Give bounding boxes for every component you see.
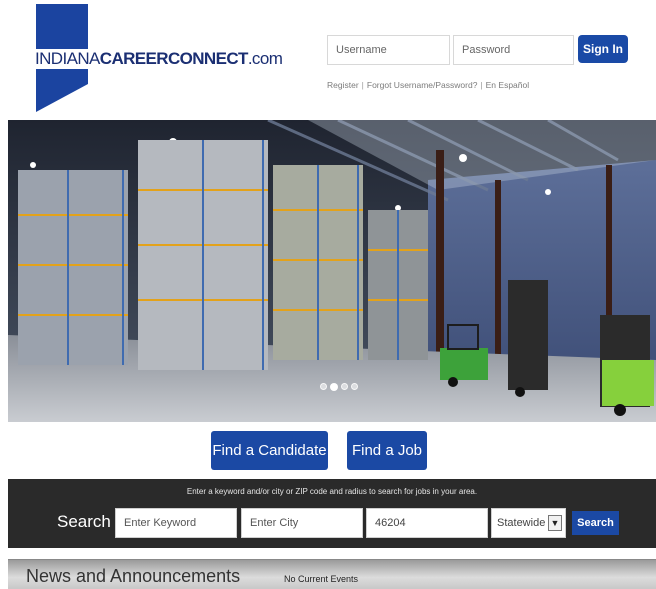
news-title: News and Announcements — [26, 566, 241, 586]
city-input[interactable] — [241, 508, 363, 538]
find-job-button[interactable]: Find a Job — [347, 431, 427, 470]
job-search-bar: Enter a keyword and/or city or ZIP code … — [8, 479, 656, 548]
carousel-dots — [320, 382, 358, 391]
password-input[interactable] — [453, 35, 574, 65]
search-hint: Enter a keyword and/or city or ZIP code … — [186, 487, 478, 496]
find-candidate-button[interactable]: Find a Candidate — [211, 431, 328, 470]
zip-input[interactable] — [366, 508, 488, 538]
spanish-link[interactable]: En Español — [486, 80, 529, 90]
carousel-dot[interactable] — [320, 383, 327, 390]
warehouse-hero-image — [8, 120, 656, 422]
search-label: Search — [57, 512, 111, 531]
news-section: News and Announcements No Current Events — [8, 559, 656, 589]
sign-in-button[interactable]: Sign In — [578, 35, 628, 63]
logo-part-careerconnect: CAREERCONNECT — [99, 49, 249, 68]
logo-part-domain: .com — [247, 49, 283, 68]
register-link[interactable]: Register — [327, 80, 359, 90]
radius-select[interactable]: Statewide ▼ — [491, 508, 566, 538]
forgot-credentials-link[interactable]: Forgot Username/Password? — [367, 80, 478, 90]
carousel-dot[interactable] — [341, 383, 348, 390]
chevron-down-icon[interactable]: ▼ — [548, 515, 562, 531]
login-links: Register | Forgot Username/Password? | En Es… — [327, 80, 529, 90]
radius-select-value: Statewide — [497, 517, 546, 529]
username-input[interactable] — [327, 35, 450, 65]
link-separator: | — [361, 80, 364, 90]
site-logo[interactable]: INDIANACAREERCONNECT.com — [35, 49, 285, 69]
carousel-dot-active[interactable] — [330, 382, 338, 391]
link-separator: | — [480, 80, 483, 90]
site-header: INDIANACAREERCONNECT.com Sign In Registe… — [0, 0, 656, 120]
hero-carousel[interactable] — [8, 120, 656, 422]
keyword-input[interactable] — [115, 508, 237, 538]
logo-part-indiana: INDIANA — [35, 49, 100, 68]
carousel-dot[interactable] — [351, 383, 358, 390]
search-button[interactable]: Search — [572, 511, 619, 535]
news-status: No Current Events — [284, 574, 359, 584]
